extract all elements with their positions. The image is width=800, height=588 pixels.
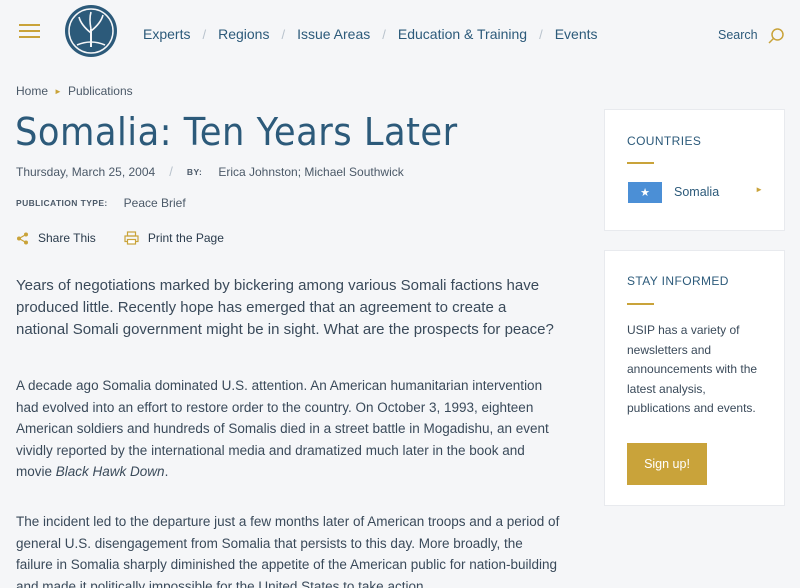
share-button[interactable]: Share This bbox=[16, 231, 96, 245]
print-icon bbox=[124, 231, 139, 245]
breadcrumb-home[interactable]: Home bbox=[16, 84, 48, 98]
nav-separator: / bbox=[382, 26, 386, 42]
country-label: Somalia bbox=[674, 185, 720, 199]
breadcrumb-arrow-icon: ► bbox=[54, 86, 62, 96]
signup-button[interactable]: Sign up! bbox=[627, 443, 707, 485]
nav-regions[interactable]: Regions bbox=[218, 26, 269, 42]
book-title: Black Hawk Down bbox=[55, 464, 165, 479]
publication-type: PUBLICATION TYPE: Peace Brief bbox=[16, 196, 186, 210]
meta-separator: / bbox=[169, 164, 173, 179]
nav-experts[interactable]: Experts bbox=[143, 26, 190, 42]
page-title: Somalia: Ten Years Later bbox=[15, 110, 458, 154]
nav-separator: / bbox=[281, 26, 286, 42]
article-actions: Share This Print the Page bbox=[16, 231, 252, 245]
site-header: Experts / Regions / Issue Areas / Educat… bbox=[0, 0, 800, 70]
authors[interactable]: Erica Johnston; Michael Southwick bbox=[218, 165, 403, 179]
stay-informed-card: STAY INFORMED USIP has a variety of news… bbox=[604, 250, 785, 506]
article-lede: Years of negotiations marked by bickerin… bbox=[16, 277, 554, 338]
menu-icon[interactable] bbox=[19, 24, 40, 38]
heading-rule bbox=[627, 162, 654, 164]
article-paragraph: The incident led to the departure just a… bbox=[16, 514, 560, 588]
somalia-flag-icon: ★ bbox=[628, 181, 662, 203]
publication-type-label: PUBLICATION TYPE: bbox=[16, 198, 108, 208]
chevron-right-icon: ► bbox=[755, 185, 763, 194]
article-paragraph: A decade ago Somalia dominated U.S. atte… bbox=[16, 375, 561, 483]
breadcrumb-publications[interactable]: Publications bbox=[68, 84, 133, 98]
nav-separator: / bbox=[202, 26, 207, 42]
nav-events[interactable]: Events bbox=[555, 26, 598, 42]
print-label: Print the Page bbox=[147, 231, 224, 245]
publication-type-value[interactable]: Peace Brief bbox=[124, 196, 186, 210]
search-link[interactable]: Search bbox=[718, 28, 758, 42]
paragraph-end: . bbox=[164, 464, 169, 479]
search-icon[interactable] bbox=[767, 27, 785, 45]
nav-issue-areas[interactable]: Issue Areas bbox=[297, 26, 370, 42]
publish-date: Thursday, March 25, 2004 bbox=[16, 164, 156, 179]
main-nav: Experts / Regions / Issue Areas / Educat… bbox=[143, 26, 598, 42]
share-label: Share This bbox=[38, 231, 96, 245]
stay-informed-heading: STAY INFORMED bbox=[627, 274, 729, 288]
breadcrumb: Home ► Publications bbox=[16, 84, 133, 98]
country-link-somalia[interactable]: ★ Somalia ► bbox=[628, 181, 763, 203]
stay-informed-text: USIP has a variety of newsletters and an… bbox=[627, 323, 758, 415]
share-icon bbox=[17, 232, 28, 244]
nav-separator: / bbox=[539, 26, 543, 42]
by-label: BY: bbox=[186, 166, 203, 177]
nav-education-training[interactable]: Education & Training bbox=[398, 26, 527, 42]
article-meta: Thursday, March 25, 2004 / BY: Erica Joh… bbox=[16, 164, 404, 179]
countries-card: COUNTRIES ★ Somalia ► bbox=[604, 109, 785, 231]
usip-logo[interactable] bbox=[63, 3, 119, 59]
heading-rule bbox=[627, 303, 654, 305]
print-button[interactable]: Print the Page bbox=[124, 231, 224, 245]
countries-heading: COUNTRIES bbox=[627, 134, 702, 148]
